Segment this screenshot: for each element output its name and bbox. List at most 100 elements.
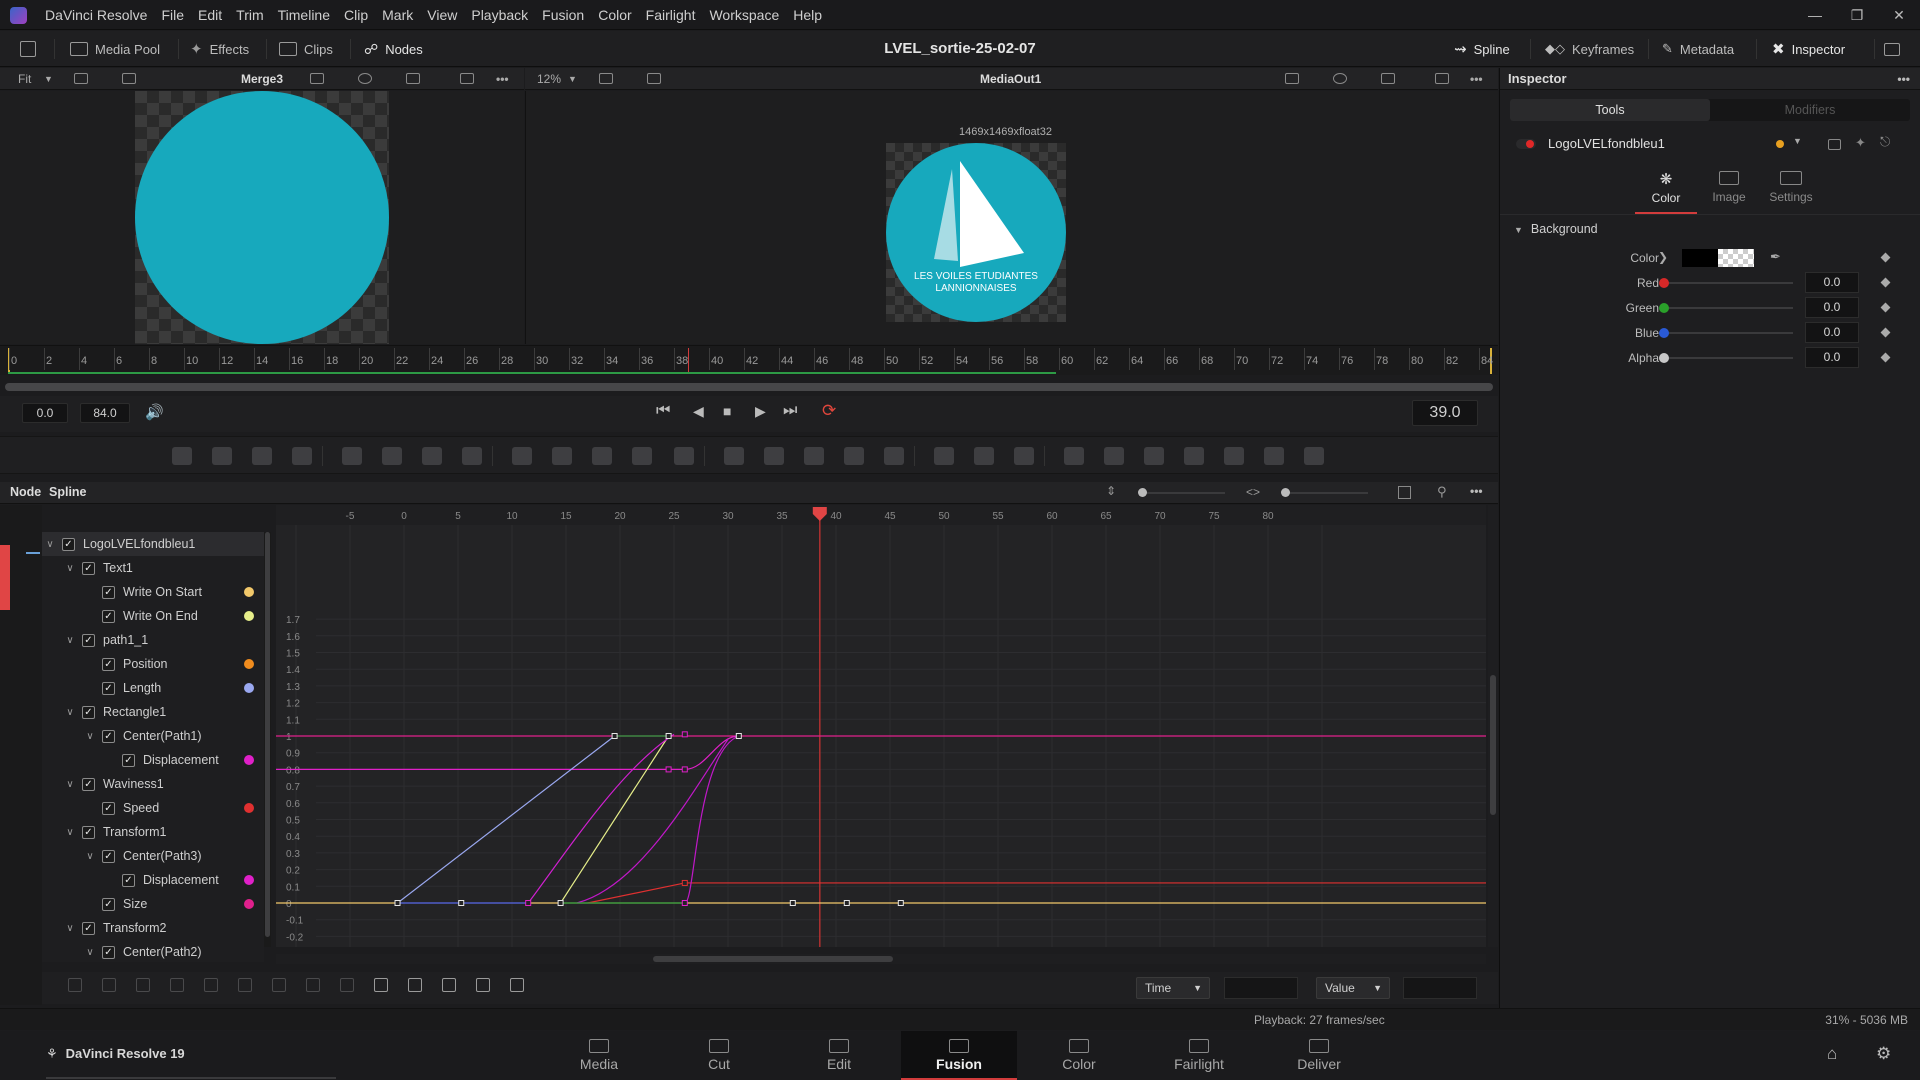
zoom-to-fit-icon[interactable] — [1398, 486, 1411, 499]
chevron-down-icon[interactable]: ∨ — [44, 539, 56, 550]
spline-tool-5-icon[interactable] — [204, 978, 218, 992]
fusion-tool-4-icon[interactable] — [292, 447, 312, 465]
horizontal-zoom-slider[interactable] — [1283, 492, 1368, 494]
slider-knob[interactable] — [1659, 328, 1669, 338]
spline-tool-13-icon[interactable] — [476, 978, 490, 992]
fusion-tool-26-icon[interactable] — [1224, 447, 1244, 465]
tree-row[interactable]: ∨ ✓ Text1 — [42, 556, 264, 580]
more-options-icon[interactable]: ••• — [496, 68, 509, 90]
more-options-icon[interactable]: ••• — [1897, 68, 1910, 90]
spline-button[interactable]: ⇝ Spline — [1454, 31, 1510, 67]
loop-icon[interactable]: ⟳ — [822, 401, 836, 421]
spline-tool-14-icon[interactable] — [510, 978, 524, 992]
fusion-tool-12-icon[interactable] — [632, 447, 652, 465]
left-viewer[interactable] — [0, 91, 524, 344]
inspector-button[interactable]: ✖ Inspector — [1772, 31, 1845, 67]
restore-icon[interactable]: ❐ — [1836, 0, 1878, 30]
spline-tool-9-icon[interactable] — [340, 978, 354, 992]
keyframe-point[interactable] — [665, 766, 672, 773]
fusion-tool-23-icon[interactable] — [1104, 447, 1124, 465]
spline-tool-1-icon[interactable] — [68, 978, 82, 992]
tree-checkbox[interactable]: ✓ — [82, 777, 95, 791]
spline-tool-2-icon[interactable] — [102, 978, 116, 992]
spline-graph[interactable]: -5 0 5 10 15 20 25 30 35 40 45 50 55 60 65 70 75 80 1.7 1.6… — [276, 505, 1486, 947]
keyframe-icon[interactable] — [1880, 277, 1891, 288]
fusion-tool-6-icon[interactable] — [382, 447, 402, 465]
fit-dropdown[interactable]: Fit — [18, 68, 31, 90]
pin-icon[interactable]: ✦ — [1855, 135, 1866, 151]
menu-item-fairlight[interactable]: Fairlight — [639, 7, 703, 23]
fusion-tool-3-icon[interactable] — [252, 447, 272, 465]
grid-icon[interactable] — [1381, 73, 1395, 84]
fusion-tool-8-icon[interactable] — [462, 447, 482, 465]
tree-checkbox[interactable]: ✓ — [102, 681, 115, 695]
tree-row[interactable]: ∨ ✓ Center(Path2) — [42, 940, 264, 962]
current-time-field[interactable]: 39.0 — [1412, 400, 1478, 426]
subtab-settings[interactable]: Settings — [1760, 170, 1822, 214]
tree-checkbox[interactable]: ✓ — [102, 729, 115, 743]
channel-icon[interactable] — [599, 73, 613, 84]
spline-tool-7-icon[interactable] — [272, 978, 286, 992]
zoom-icon[interactable]: ⚲ — [1437, 484, 1447, 500]
chevron-down-icon[interactable]: ∨ — [84, 851, 96, 862]
chevron-down-icon[interactable]: ∨ — [64, 779, 76, 790]
graph-vertical-scrollbar-thumb[interactable] — [1490, 675, 1496, 815]
menu-item-view[interactable]: View — [420, 7, 464, 23]
value-field[interactable] — [1403, 977, 1477, 999]
tree-row[interactable]: ✓ Speed — [42, 796, 264, 820]
fusion-tool-10-icon[interactable] — [552, 447, 572, 465]
spline-tool-3-icon[interactable] — [136, 978, 150, 992]
spline-color-dot[interactable] — [244, 875, 254, 885]
fusion-tool-13-icon[interactable] — [674, 447, 694, 465]
tree-checkbox[interactable]: ✓ — [122, 753, 135, 767]
keyframe-point[interactable] — [843, 900, 850, 906]
tree-row[interactable]: ∨ ✓ Waviness1 — [42, 772, 264, 796]
keyframe-point[interactable] — [458, 900, 465, 906]
subtab-image[interactable]: Image — [1698, 170, 1760, 214]
minimize-icon[interactable]: — — [1794, 0, 1836, 30]
tab-spline[interactable]: Spline — [49, 485, 87, 499]
nodes-button[interactable]: ☍ Nodes — [364, 31, 423, 67]
slider-track[interactable] — [1663, 332, 1793, 334]
chevron-down-icon[interactable]: ▼ — [1793, 136, 1802, 146]
slider-knob[interactable] — [1659, 303, 1669, 313]
keyframe-icon[interactable] — [1880, 302, 1891, 313]
render-end-field[interactable]: 84.0 — [80, 403, 130, 423]
fusion-tool-15-icon[interactable] — [764, 447, 784, 465]
chevron-down-icon[interactable]: ∨ — [64, 707, 76, 718]
fusion-tool-21-icon[interactable] — [1014, 447, 1034, 465]
fusion-tool-28-icon[interactable] — [1304, 447, 1324, 465]
roi-icon[interactable] — [310, 73, 324, 84]
fusion-tool-7-icon[interactable] — [422, 447, 442, 465]
tab-node[interactable]: Node — [10, 485, 41, 499]
page-tab-deliver[interactable]: Deliver — [1261, 1031, 1377, 1080]
tree-checkbox[interactable]: ✓ — [82, 825, 95, 839]
spline-graph-canvas[interactable]: -5 0 5 10 15 20 25 30 35 40 45 50 55 60 65 70 75 801.71.6… — [276, 505, 1486, 947]
fusion-tool-24-icon[interactable] — [1144, 447, 1164, 465]
spline-tool-10-icon[interactable] — [374, 978, 388, 992]
tree-checkbox[interactable]: ✓ — [62, 537, 75, 551]
stop-icon[interactable]: ■ — [723, 403, 731, 419]
fusion-tool-19-icon[interactable] — [934, 447, 954, 465]
keyframe-point[interactable] — [681, 766, 688, 773]
spline-tool-6-icon[interactable] — [238, 978, 252, 992]
scrub-bar[interactable] — [5, 383, 1493, 391]
fusion-tool-5-icon[interactable] — [342, 447, 362, 465]
chevron-down-icon[interactable]: ▼ — [44, 68, 53, 90]
tree-row[interactable]: ∨ ✓ Center(Path3) — [42, 844, 264, 868]
graph-horizontal-scrollbar[interactable] — [276, 954, 1486, 964]
media-pool-button[interactable]: Media Pool — [70, 31, 160, 67]
right-viewer[interactable]: 1469x1469xfloat32 LES VOILES ETUDIANTES … — [525, 91, 1498, 344]
menu-item-file[interactable]: File — [154, 7, 191, 23]
vertical-zoom-slider[interactable] — [1140, 492, 1225, 494]
effects-button[interactable]: ✦ Effects — [190, 31, 249, 67]
color-swatch[interactable] — [1682, 249, 1718, 267]
fusion-tool-22-icon[interactable] — [1064, 447, 1084, 465]
slider-value-field[interactable]: 0.0 — [1805, 272, 1859, 293]
chevron-down-icon[interactable]: ∨ — [64, 827, 76, 838]
menu-item-fusion[interactable]: Fusion — [535, 7, 591, 23]
fusion-tool-16-icon[interactable] — [804, 447, 824, 465]
page-tab-fairlight[interactable]: Fairlight — [1141, 1031, 1257, 1080]
curve-center-path1[interactable] — [576, 738, 729, 904]
tree-row[interactable]: ✓ Write On Start — [42, 580, 264, 604]
